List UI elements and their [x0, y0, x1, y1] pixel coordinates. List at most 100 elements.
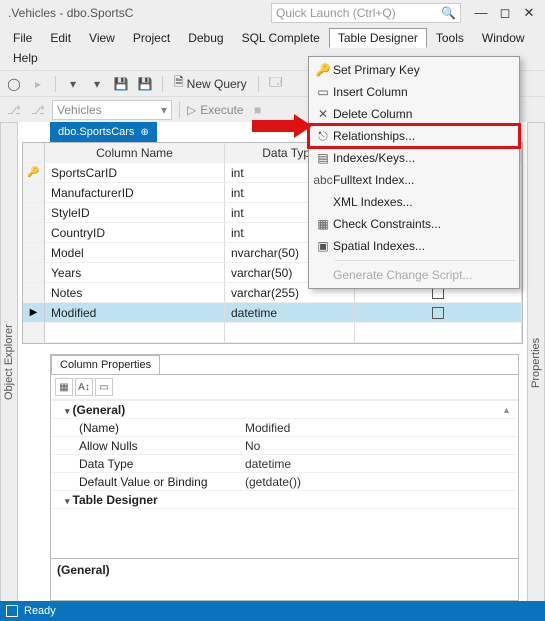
menu-item-icon: ⎋	[313, 129, 333, 144]
maximize-button[interactable]: ◻	[493, 5, 517, 21]
alphabetical-button[interactable]: A↕	[75, 378, 93, 396]
properties-panel-tab[interactable]: Properties	[527, 122, 545, 603]
table-row[interactable]: ▶Modifieddatetime	[23, 303, 522, 323]
open-button[interactable]: ▾	[87, 74, 107, 94]
row-header[interactable]	[23, 283, 45, 303]
row-header[interactable]	[23, 183, 45, 203]
menu-item-label: Delete Column	[333, 107, 412, 121]
row-header[interactable]	[23, 263, 45, 283]
cell-column-name[interactable]: SportsCarID	[45, 163, 225, 183]
property-value[interactable]: No	[241, 439, 518, 453]
menu-item-fulltext-index[interactable]: abcFulltext Index...	[309, 169, 519, 191]
property-value[interactable]: datetime	[241, 457, 518, 471]
branch2-icon[interactable]: ⎇	[28, 100, 48, 120]
property-row[interactable]: (Name)Modified	[51, 419, 518, 437]
property-row[interactable]: Data Typedatetime	[51, 455, 518, 473]
row-header[interactable]: ▶	[23, 303, 45, 323]
props-pages-button[interactable]: ▭	[95, 378, 113, 396]
new-query-button[interactable]: 🗎 New Query	[170, 73, 251, 94]
menu-item-label: Spatial Indexes...	[333, 239, 425, 253]
document-tab-title: dbo.SportsCars	[58, 126, 134, 138]
menu-item-icon: ▤	[313, 151, 333, 165]
menu-view[interactable]: View	[80, 28, 124, 48]
menu-tools[interactable]: Tools	[427, 28, 473, 48]
cell-column-name[interactable]: Years	[45, 263, 225, 283]
execute-button[interactable]: ▷ Execute	[187, 103, 244, 117]
callout-arrow	[252, 114, 312, 136]
row-header[interactable]	[23, 243, 45, 263]
property-row[interactable]: Allow NullsNo	[51, 437, 518, 455]
menu-debug[interactable]: Debug	[179, 28, 232, 48]
property-value[interactable]: (getdate())	[241, 475, 518, 489]
cell-column-name[interactable]: Model	[45, 243, 225, 263]
menu-sql-complete[interactable]: SQL Complete	[233, 28, 329, 48]
property-row[interactable]: Default Value or Binding(getdate())	[51, 473, 518, 491]
menu-window[interactable]: Window	[473, 28, 534, 48]
cell-allow-nulls[interactable]	[355, 303, 522, 323]
menu-item-spatial-indexes[interactable]: ▣Spatial Indexes...	[309, 235, 519, 257]
menu-item-icon: ✕	[313, 107, 333, 121]
cell-column-name[interactable]: Modified	[45, 303, 225, 323]
branch-icon[interactable]: ⎇	[4, 100, 24, 120]
document-tab[interactable]: dbo.SportsCars ⊕	[50, 122, 157, 142]
menu-edit[interactable]: Edit	[41, 28, 80, 48]
window-buttons: — ◻ ✕	[469, 5, 541, 21]
chevron-down-icon: ▾	[161, 103, 167, 117]
nav-fwd-button[interactable]: ▸	[28, 74, 48, 94]
status-text: Ready	[24, 605, 56, 617]
tool-button[interactable]: 🗔	[266, 74, 286, 94]
toolbar-separator	[162, 76, 163, 92]
menu-item-delete-column[interactable]: ✕Delete Column	[309, 103, 519, 125]
property-value[interactable]: Modified	[241, 421, 518, 435]
properties-tabs: Column Properties	[51, 355, 518, 375]
close-button[interactable]: ✕	[517, 5, 541, 21]
new-project-button[interactable]: ▾	[63, 74, 83, 94]
menu-help[interactable]: Help	[4, 48, 44, 68]
property-group[interactable]: (General)	[51, 403, 241, 417]
cell-column-name[interactable]: Notes	[45, 283, 225, 303]
minimize-button[interactable]: —	[469, 5, 493, 21]
object-explorer-panel-tab[interactable]: Object Explorer	[0, 122, 18, 603]
properties-list[interactable]: (General)(Name)ModifiedAllow NullsNoData…	[51, 400, 518, 558]
menu-item-label: Generate Change Script...	[333, 268, 472, 282]
save-all-button[interactable]: 💾	[135, 74, 155, 94]
row-header[interactable]	[23, 223, 45, 243]
menu-item-icon: ▦	[313, 217, 333, 231]
cell-column-name[interactable]: CountryID	[45, 223, 225, 243]
play-icon: ▷	[187, 103, 196, 117]
col-header-name[interactable]: Column Name	[45, 143, 225, 163]
tab-column-properties[interactable]: Column Properties	[51, 355, 160, 374]
property-group[interactable]: Table Designer	[51, 493, 241, 507]
scroll-up-icon[interactable]: ▴	[504, 405, 516, 417]
menu-item-check-constraints[interactable]: ▦Check Constraints...	[309, 213, 519, 235]
menu-project[interactable]: Project	[124, 28, 179, 48]
database-combo[interactable]: Vehicles ▾	[52, 100, 172, 120]
checkbox-icon[interactable]	[432, 307, 444, 319]
property-key: Data Type	[51, 457, 241, 471]
categorized-button[interactable]: ▦	[55, 378, 73, 396]
search-icon: 🔍	[441, 6, 456, 20]
window-title: .Vehicles - dbo.SportsC	[8, 6, 143, 20]
cell-data-type[interactable]: datetime	[225, 303, 355, 323]
nav-back-button[interactable]: ◯	[4, 74, 24, 94]
menu-item-label: XML Indexes...	[333, 195, 413, 209]
menu-item-xml-indexes[interactable]: XML Indexes...	[309, 191, 519, 213]
quick-launch-input[interactable]: Quick Launch (Ctrl+Q) 🔍	[271, 3, 461, 23]
cell-column-name[interactable]: ManufacturerID	[45, 183, 225, 203]
menu-item-set-primary-key[interactable]: 🔑Set Primary Key	[309, 59, 519, 81]
menu-item-indexes-keys[interactable]: ▤Indexes/Keys...	[309, 147, 519, 169]
cell-column-name[interactable]: StyleID	[45, 203, 225, 223]
row-header[interactable]	[23, 203, 45, 223]
row-header[interactable]: 🔑	[23, 163, 45, 183]
database-combo-value: Vehicles	[57, 103, 102, 117]
menu-table-designer[interactable]: Table Designer	[329, 28, 427, 48]
menu-separator	[335, 260, 515, 261]
menu-item-relationships[interactable]: ⎋Relationships...	[309, 125, 519, 147]
save-button[interactable]: 💾	[111, 74, 131, 94]
table-row-empty[interactable]	[23, 323, 522, 343]
menu-file[interactable]: File	[4, 28, 41, 48]
menu-item-insert-column[interactable]: ▭Insert Column	[309, 81, 519, 103]
menu-item-label: Check Constraints...	[333, 217, 441, 231]
pin-icon[interactable]: ⊕	[140, 127, 148, 138]
status-bar: Ready	[0, 601, 545, 621]
